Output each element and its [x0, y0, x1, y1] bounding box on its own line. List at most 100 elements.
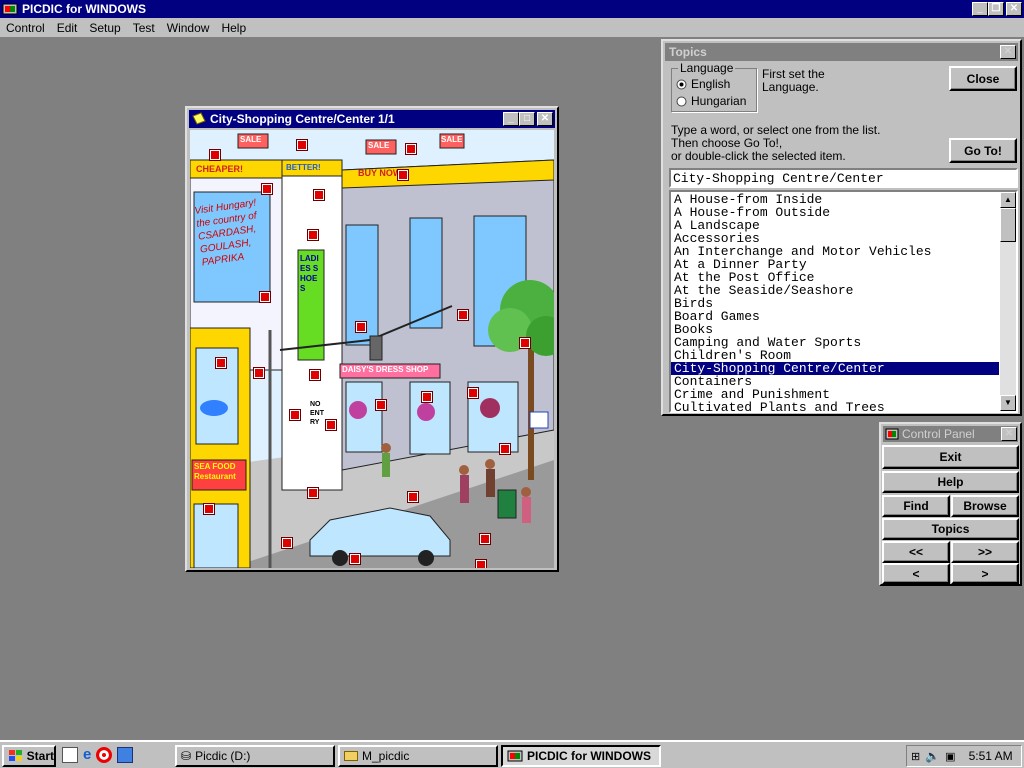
hotspot[interactable]	[261, 183, 273, 195]
hotspot[interactable]	[479, 533, 491, 545]
radio-hungarian-label: Hungarian	[691, 94, 747, 108]
language-group: Language English Hungarian	[671, 61, 757, 112]
first-page-button[interactable]: <<	[882, 541, 950, 563]
hotspot[interactable]	[296, 139, 308, 151]
hotspot[interactable]	[407, 491, 419, 503]
topic-search-input[interactable]	[669, 168, 1018, 188]
network-icon[interactable]: ⊞	[911, 750, 920, 763]
restore-button[interactable]: ❐	[988, 2, 1004, 16]
help-button[interactable]: Help	[882, 471, 1019, 493]
app-titlebar[interactable]: PICDIC for WINDOWS _ ❐ ✕	[0, 0, 1024, 18]
task-m-picdic[interactable]: M_picdic	[338, 745, 498, 767]
hotspot[interactable]	[325, 419, 337, 431]
update-icon[interactable]	[117, 746, 134, 763]
list-scrollbar[interactable]: ▲ ▼	[1000, 192, 1016, 411]
exit-button[interactable]: Exit	[882, 445, 1019, 469]
close-button[interactable]: ✕	[1006, 2, 1022, 16]
picture-window-titlebar[interactable]: City-Shopping Centre/Center 1/1 _ □ ✕	[189, 110, 555, 128]
next-page-button[interactable]: >	[951, 563, 1019, 584]
picdic-app-icon	[507, 750, 523, 762]
start-button[interactable]: Start	[2, 745, 56, 767]
picture-window-title: City-Shopping Centre/Center 1/1	[210, 112, 395, 126]
menu-edit[interactable]: Edit	[51, 21, 84, 35]
note-icon	[192, 112, 206, 125]
control-panel-title: Control Panel	[902, 427, 975, 441]
topic-list[interactable]: A House-from Inside A House-from Outside A…	[669, 190, 1018, 413]
topic-list-item[interactable]: Cultivated Plants and Trees	[671, 401, 999, 411]
app-icon	[885, 428, 899, 440]
scroll-down-button[interactable]: ▼	[1000, 395, 1016, 411]
hotspot-markers	[190, 130, 554, 568]
hotspot[interactable]	[519, 337, 531, 349]
scroll-thumb[interactable]	[1000, 208, 1016, 242]
menubar: Control Edit Setup Test Window Help	[0, 18, 1024, 38]
radio-hungarian[interactable]: Hungarian	[676, 94, 746, 108]
find-button[interactable]: Find	[882, 495, 950, 517]
hotspot[interactable]	[289, 409, 301, 421]
city-shopping-illustration[interactable]: SALE SALE SALE CHEAPER! BETTER! BUY NOW!…	[190, 130, 554, 568]
hotspot[interactable]	[475, 559, 487, 568]
goto-button[interactable]: Go To!	[949, 138, 1017, 163]
last-page-button[interactable]: >>	[951, 541, 1019, 563]
instruction-line: or double-click the selected item.	[671, 149, 846, 163]
hotspot[interactable]	[405, 143, 417, 155]
task-picdic-windows[interactable]: PICDIC for WINDOWS	[501, 745, 661, 767]
taskbar: Start e ⛁ Picdic (D:) M_picdic PICDIC fo…	[0, 740, 1024, 768]
windows-logo-icon	[9, 750, 22, 761]
hotspot[interactable]	[421, 391, 433, 403]
close-button[interactable]: ✕	[1000, 45, 1016, 59]
topics-button[interactable]: Topics	[882, 518, 1019, 540]
language-group-label: Language	[678, 61, 736, 75]
clock[interactable]: 5:51 AM	[969, 749, 1013, 763]
browse-button[interactable]: Browse	[951, 495, 1019, 517]
radio-english[interactable]: English	[676, 77, 730, 91]
hotspot[interactable]	[467, 387, 479, 399]
hotspot[interactable]	[253, 367, 265, 379]
hotspot[interactable]	[209, 149, 221, 161]
language-hint: First set the Language.	[762, 67, 825, 94]
task-label: Picdic (D:)	[195, 749, 251, 763]
display-icon[interactable]: ▣	[945, 750, 955, 763]
maximize-button[interactable]: □	[519, 112, 535, 126]
close-button[interactable]: ✕	[537, 112, 553, 126]
topics-window: Topics ✕ Language English Hungarian Firs…	[661, 39, 1022, 416]
radio-unchecked-icon	[676, 96, 687, 106]
hotspot[interactable]	[307, 487, 319, 499]
hotspot[interactable]	[309, 369, 321, 381]
menu-help[interactable]: Help	[215, 21, 252, 35]
topics-instructions: Type a word, or select one from the list…	[671, 124, 941, 163]
hotspot[interactable]	[355, 321, 367, 333]
show-desktop-icon[interactable]	[62, 746, 78, 763]
menu-setup[interactable]: Setup	[83, 21, 126, 35]
hotspot[interactable]	[375, 399, 387, 411]
close-button[interactable]: ✕	[1001, 427, 1017, 441]
menu-test[interactable]: Test	[127, 21, 161, 35]
hotspot[interactable]	[203, 503, 215, 515]
control-panel-titlebar[interactable]: Control Panel ✕	[883, 426, 1018, 442]
hotspot[interactable]	[397, 169, 409, 181]
start-label: Start	[26, 749, 54, 763]
hotspot[interactable]	[281, 537, 293, 549]
hotspot[interactable]	[349, 553, 361, 565]
prev-page-button[interactable]: <	[882, 563, 950, 584]
close-topics-button[interactable]: Close	[949, 66, 1017, 91]
topic-list-item[interactable]: At the Seaside/Seashore	[671, 284, 999, 297]
scroll-up-button[interactable]: ▲	[1000, 192, 1016, 208]
menu-window[interactable]: Window	[161, 21, 216, 35]
hotspot[interactable]	[499, 443, 511, 455]
hotspot[interactable]	[259, 291, 271, 303]
hotspot[interactable]	[307, 229, 319, 241]
hotspot[interactable]	[313, 189, 325, 201]
minimize-button[interactable]: _	[503, 112, 519, 126]
volume-icon[interactable]: 🔈	[925, 749, 940, 763]
hotspot[interactable]	[215, 357, 227, 369]
task-picdic-drive[interactable]: ⛁ Picdic (D:)	[175, 745, 335, 767]
topics-titlebar[interactable]: Topics ✕	[665, 43, 1018, 61]
topic-list-item[interactable]: Board Games	[671, 310, 999, 323]
internet-explorer-icon[interactable]: e	[83, 746, 91, 763]
minimize-button[interactable]: _	[972, 2, 988, 16]
menu-control[interactable]: Control	[0, 21, 51, 35]
opera-icon[interactable]	[96, 746, 113, 763]
hotspot[interactable]	[457, 309, 469, 321]
radio-checked-icon	[676, 79, 687, 89]
